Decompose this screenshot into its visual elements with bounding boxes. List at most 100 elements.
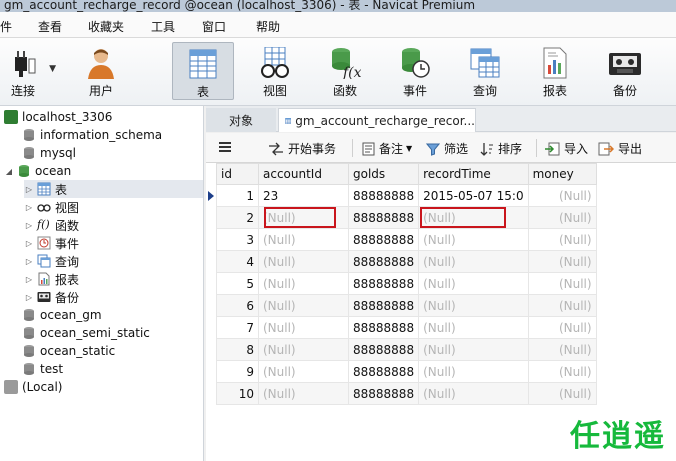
query-button[interactable]: 查询 [454,42,516,100]
expand-arrow-icon[interactable]: ▷ [24,239,34,248]
column-header-id[interactable]: id [216,163,259,185]
table-cell[interactable]: 88888888 [347,272,420,295]
table-row[interactable]: 5 (Null) 88888888 (Null) (Null) [216,272,597,295]
function-button[interactable]: f(x) 函数 [314,42,376,100]
expand-arrow-icon[interactable]: ▷ [24,221,34,230]
import-button[interactable]: 导入 [544,140,588,157]
table-cell[interactable]: (Null) [418,294,529,317]
table-cell[interactable]: 9 [216,360,259,383]
table-cell[interactable]: (Null) [527,316,597,339]
table-cell[interactable]: (Null) [258,316,349,339]
menu-view[interactable]: 查看 [38,18,62,35]
table-cell[interactable]: 88888888 [347,382,420,405]
note-dropdown-icon[interactable]: ▼ [406,144,412,153]
table-cell[interactable]: 2015-05-07 15:0 [418,184,529,207]
table-cell[interactable]: (Null) [527,294,597,317]
table-cell[interactable]: (Null) [258,338,349,361]
tree-item-database[interactable]: test [22,360,63,378]
expand-arrow-icon[interactable]: ▷ [24,185,34,194]
expand-arrow-icon[interactable]: ▷ [24,257,34,266]
table-cell[interactable]: (Null) [418,338,529,361]
note-button[interactable]: 备注 ▼ [362,140,412,157]
tree-item-database-ocean[interactable]: ◢ ocean [4,162,71,180]
table-cell[interactable]: (Null) [418,360,529,383]
table-row[interactable]: 6 (Null) 88888888 (Null) (Null) [216,294,597,317]
tree-item-tables[interactable]: ▷ 表 [24,180,203,198]
table-cell[interactable]: (Null) [527,272,597,295]
table-cell[interactable]: (Null) [527,228,597,251]
table-cell[interactable]: 88888888 [347,250,420,273]
table-cell[interactable]: 88888888 [347,228,420,251]
table-cell[interactable]: (Null) [527,184,597,207]
tree-item-connection[interactable]: localhost_3306 [4,108,112,126]
menu-tools[interactable]: 工具 [151,18,175,35]
tree-item-connection-local[interactable]: (Local) [4,378,62,396]
tab-objects[interactable]: 对象 [206,108,276,132]
tab-table-data[interactable]: gm_account_recharge_recor... [278,108,476,132]
table-cell[interactable]: (Null) [527,382,597,405]
table-cell[interactable]: (Null) [258,360,349,383]
table-cell[interactable]: 1 [216,184,259,207]
menu-window[interactable]: 窗口 [202,18,226,35]
sort-button[interactable]: 排序 [480,140,522,157]
column-header-accountid[interactable]: accountId [258,163,349,185]
tree-item-reports[interactable]: ▷ 报表 [24,270,79,288]
table-row[interactable]: 4 (Null) 88888888 (Null) (Null) [216,250,597,273]
table-cell[interactable]: (Null) [258,250,349,273]
tree-item-views[interactable]: ▷ 视图 [24,198,79,216]
table-cell[interactable]: (Null) [418,272,529,295]
tree-item-functions[interactable]: ▷ f() 函数 [24,216,79,234]
tree-item-queries[interactable]: ▷ 查询 [24,252,79,270]
table-cell[interactable]: (Null) [418,250,529,273]
tree-item-backups[interactable]: ▷ 备份 [24,288,79,306]
table-cell[interactable]: 7 [216,316,259,339]
table-row[interactable]: 10 (Null) 88888888 (Null) (Null) [216,382,597,405]
filter-button[interactable]: 筛选 [426,140,468,157]
report-button[interactable]: 报表 [524,42,586,100]
table-cell[interactable]: (Null) [527,338,597,361]
table-cell[interactable]: (Null) [258,382,349,405]
table-cell[interactable]: 10 [216,382,259,405]
table-cell[interactable]: 88888888 [347,360,420,383]
table-row[interactable]: 3 (Null) 88888888 (Null) (Null) [216,228,597,251]
table-cell[interactable]: 6 [216,294,259,317]
menu-icon[interactable] [218,140,236,154]
table-cell[interactable]: 88888888 [347,294,420,317]
table-cell[interactable]: 23 [258,184,349,207]
column-header-money[interactable]: money [527,163,597,185]
menu-favorites[interactable]: 收藏夹 [88,18,124,35]
table-row[interactable]: 8 (Null) 88888888 (Null) (Null) [216,338,597,361]
tree-item-database[interactable]: information_schema [22,126,162,144]
table-cell[interactable]: (Null) [418,382,529,405]
user-button[interactable]: 用户 [70,42,132,100]
table-cell[interactable]: 8 [216,338,259,361]
menu-help[interactable]: 帮助 [256,18,280,35]
table-row[interactable]: 7 (Null) 88888888 (Null) (Null) [216,316,597,339]
connect-button[interactable]: 连接 ▼ [0,42,56,100]
tree-item-database[interactable]: ocean_gm [22,306,102,324]
column-header-golds[interactable]: golds [347,163,420,185]
table-cell[interactable]: 88888888 [347,184,420,207]
tree-item-events[interactable]: ▷ 事件 [24,234,79,252]
table-cell[interactable]: (Null) [258,294,349,317]
collapse-arrow-icon[interactable]: ◢ [4,167,14,176]
backup-button[interactable]: 备份 [594,42,656,100]
table-button[interactable]: 表 [172,42,234,100]
view-button[interactable]: 视图 [244,42,306,100]
table-cell[interactable]: (Null) [258,228,349,251]
table-cell[interactable]: (Null) [418,228,529,251]
table-cell[interactable]: (Null) [527,206,597,229]
table-cell[interactable]: (Null) [527,250,597,273]
column-header-recordtime[interactable]: recordTime [418,163,529,185]
table-cell[interactable]: 88888888 [347,206,420,229]
table-cell[interactable]: 3 [216,228,259,251]
table-cell[interactable]: 5 [216,272,259,295]
table-cell[interactable]: 2 [216,206,259,229]
event-button[interactable]: 事件 [384,42,446,100]
table-cell[interactable]: (Null) [527,360,597,383]
table-cell[interactable]: 88888888 [347,338,420,361]
expand-arrow-icon[interactable]: ▷ [24,275,34,284]
table-row[interactable]: 9 (Null) 88888888 (Null) (Null) [216,360,597,383]
menu-file[interactable]: 件 [0,18,12,35]
table-cell[interactable]: 88888888 [347,316,420,339]
